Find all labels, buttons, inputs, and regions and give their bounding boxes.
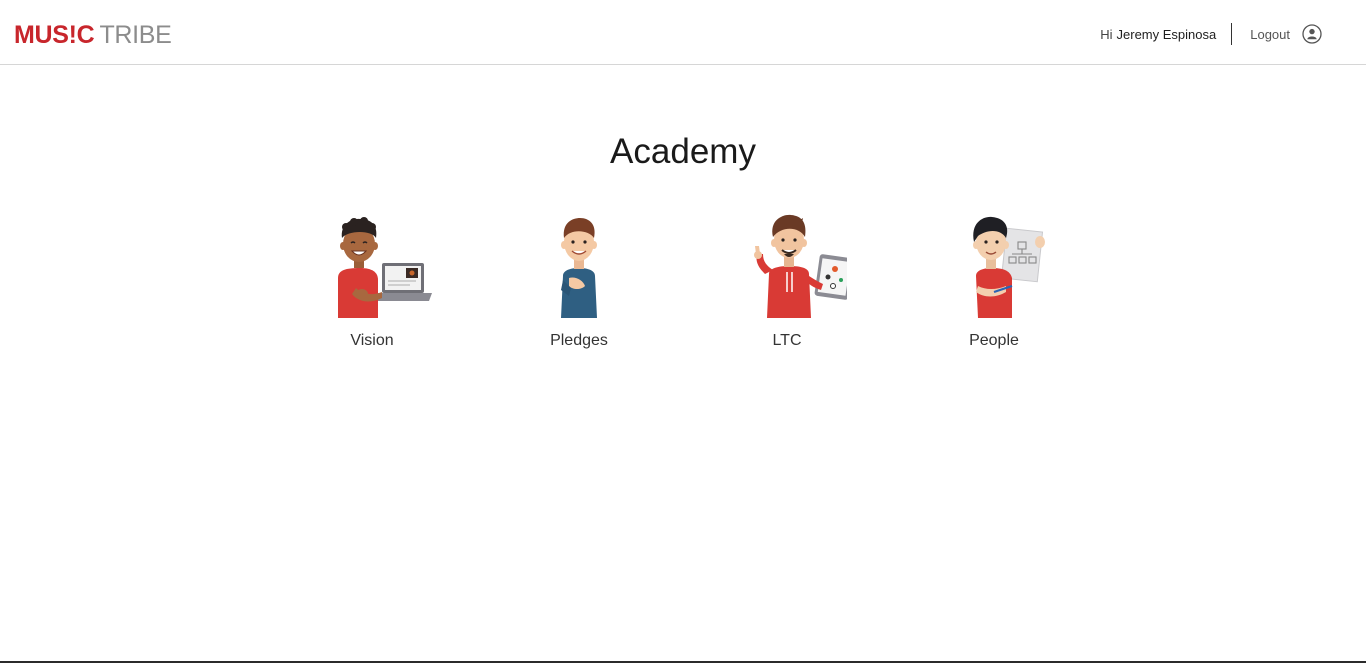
music-tribe-logo[interactable]: MUS!C TRIBE	[14, 22, 172, 48]
card-vision[interactable]: Vision	[302, 210, 442, 355]
pledges-illustration	[561, 218, 597, 318]
user-circle-icon[interactable]	[1302, 24, 1322, 44]
card-label: Pledges	[550, 332, 608, 349]
logo-tribe-text: TRIBE	[99, 21, 172, 49]
ltc-illustration	[754, 214, 847, 318]
people-illustration	[973, 216, 1045, 318]
academy-page: MUS!C TRIBE Hi Jeremy Espinosa Logout Acad…	[0, 0, 1366, 663]
header-divider	[1231, 23, 1233, 45]
user-name: Jeremy Espinosa	[1116, 26, 1217, 42]
top-bar: MUS!C TRIBE Hi Jeremy Espinosa Logout	[0, 0, 1366, 65]
card-label: LTC	[772, 332, 802, 349]
card-label: Vision	[350, 332, 394, 349]
academy-cards: Vision Pledges LTC People	[0, 210, 1366, 360]
logout-link[interactable]: Logout	[1250, 27, 1290, 42]
user-area: Hi Jeremy Espinosa Logout	[1100, 22, 1322, 46]
card-pledges[interactable]: Pledges	[509, 210, 649, 355]
greeting-prefix: Hi	[1100, 26, 1113, 42]
page-title: Academy	[610, 132, 756, 172]
card-ltc[interactable]: LTC	[717, 210, 857, 355]
logo-music-text: MUS!C	[14, 21, 95, 49]
card-label: People	[969, 332, 1019, 349]
card-people[interactable]: People	[924, 210, 1064, 355]
user-greeting: Hi Jeremy Espinosa	[1100, 27, 1216, 42]
vision-illustration	[338, 217, 432, 318]
